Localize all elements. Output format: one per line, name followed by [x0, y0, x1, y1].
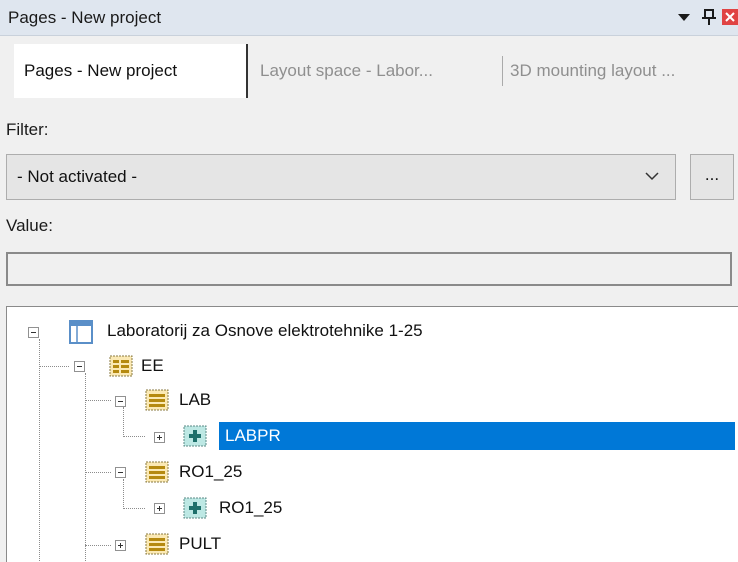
tree-line: [123, 436, 145, 437]
structure-folder-icon: [145, 389, 169, 411]
tree-node-label: Laboratorij za Osnove elektrotehnike 1-2…: [107, 321, 423, 340]
page-tree[interactable]: Laboratorij za Osnove elektrotehnike 1-2…: [6, 306, 738, 562]
filter-select[interactable]: - Not activated -: [6, 154, 676, 200]
structure-folder-icon: [109, 355, 133, 377]
tree-line: [85, 373, 86, 562]
tree-node-label: PULT: [179, 534, 222, 553]
expand-icon[interactable]: [115, 540, 126, 551]
tree-line: [123, 479, 124, 509]
project-icon: [69, 320, 93, 344]
collapse-icon[interactable]: [28, 327, 39, 338]
value-input[interactable]: [6, 252, 732, 286]
document-tabs: Pages - New project Layout space - Labor…: [0, 44, 738, 100]
tree-line: [85, 472, 111, 473]
collapse-icon[interactable]: [115, 467, 126, 478]
panel-titlebar: Pages - New project: [0, 0, 738, 36]
location-icon: [183, 497, 207, 519]
tree-line: [39, 366, 69, 367]
tree-node-label: RO1_25: [179, 462, 243, 481]
close-icon[interactable]: [722, 7, 738, 27]
filter-label: Filter:: [6, 120, 49, 139]
filter-select-value: - Not activated -: [17, 167, 137, 186]
tree-line: [39, 339, 40, 562]
collapse-icon[interactable]: [115, 396, 126, 407]
value-label: Value:: [6, 216, 53, 235]
structure-folder-icon: [145, 461, 169, 483]
triangle-down-icon[interactable]: [674, 7, 694, 27]
tree-node-label: LABPR: [219, 422, 735, 450]
tab-separator: [502, 56, 503, 86]
tree-line: [123, 407, 124, 437]
pin-icon[interactable]: [700, 7, 718, 27]
expand-icon[interactable]: [154, 503, 165, 514]
collapse-icon[interactable]: [74, 361, 85, 372]
tab-layout-space[interactable]: Layout space - Labor...: [260, 44, 500, 98]
tab-pages[interactable]: Pages - New project: [14, 44, 248, 98]
expand-icon[interactable]: [154, 432, 165, 443]
tree-line: [85, 400, 111, 401]
structure-folder-icon: [145, 533, 169, 555]
filter-more-button[interactable]: ...: [690, 154, 734, 200]
tree-node-label: LAB: [179, 390, 212, 409]
location-icon: [183, 425, 207, 447]
panel-title: Pages - New project: [8, 8, 162, 27]
chevron-down-icon: [645, 172, 659, 181]
tree-node-label: RO1_25: [219, 498, 283, 517]
tree-line: [123, 508, 145, 509]
tab-3d-mounting-layout[interactable]: 3D mounting layout ...: [510, 44, 738, 98]
tree-node-label: EE: [141, 356, 164, 375]
tree-line: [85, 545, 111, 546]
